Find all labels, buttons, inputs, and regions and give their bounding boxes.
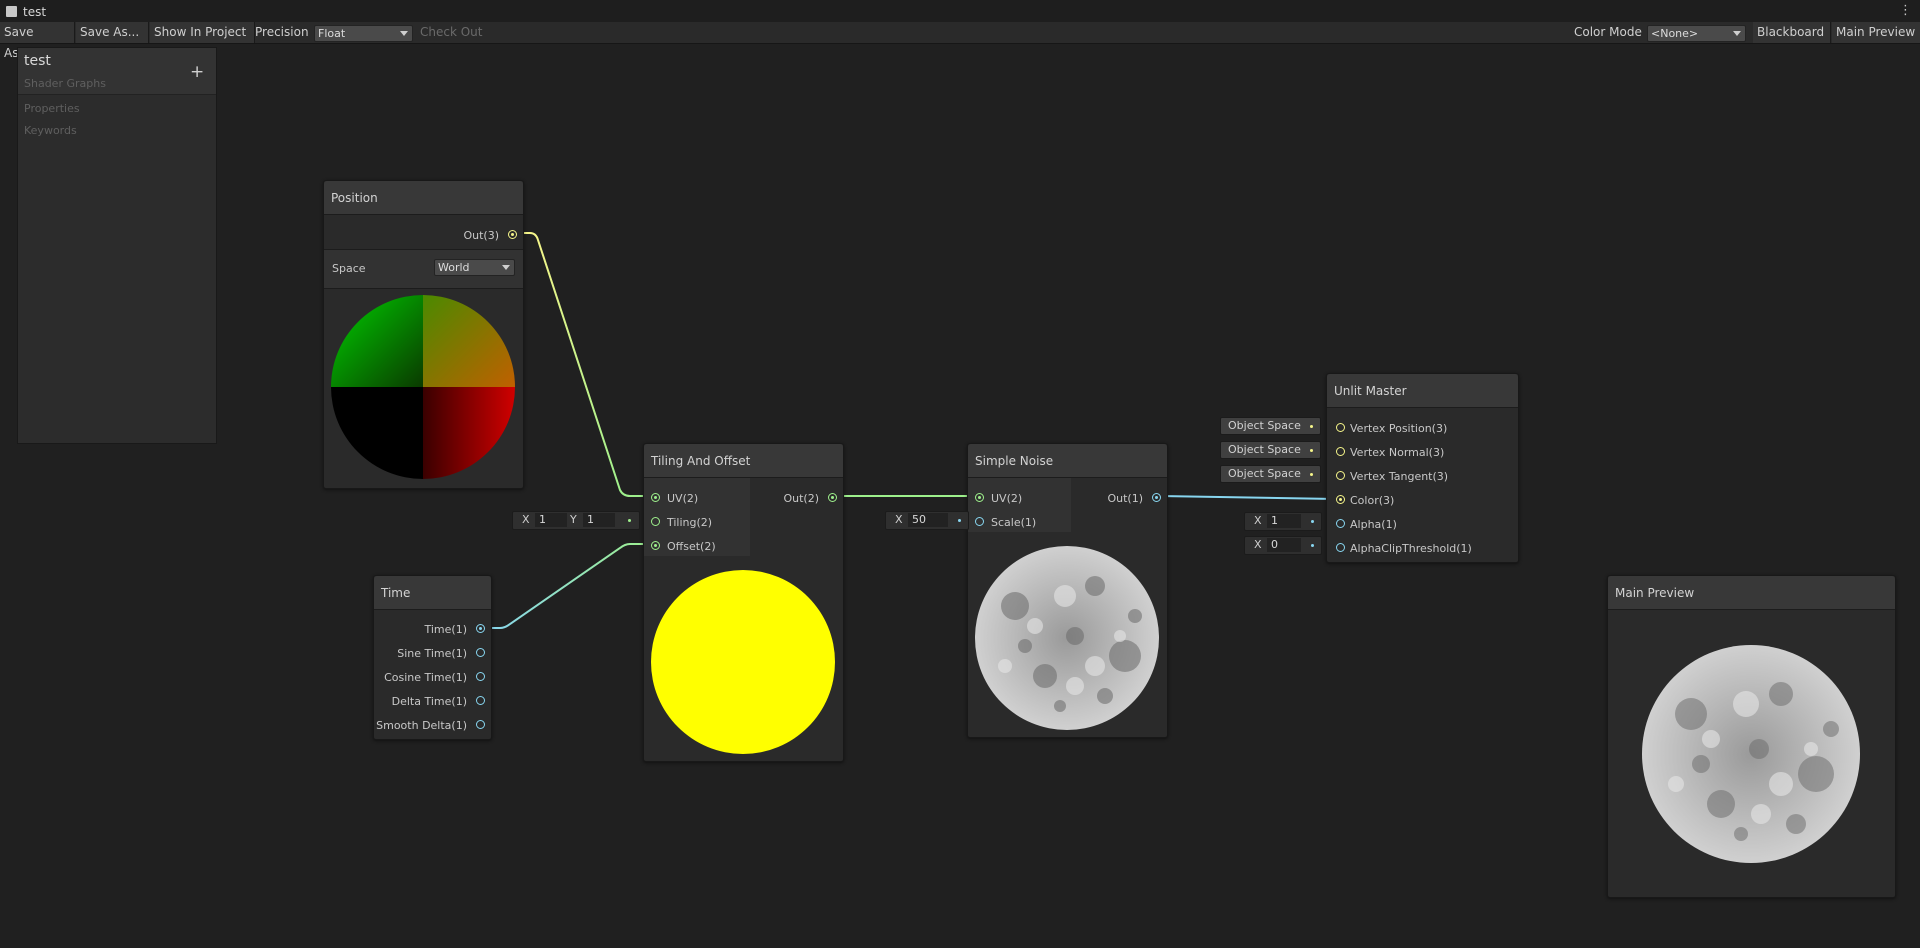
connector-dot xyxy=(628,519,631,522)
input-port[interactable] xyxy=(651,493,660,502)
edge-position-to-uv[interactable] xyxy=(520,232,653,497)
port-label: Delta Time(1) xyxy=(391,695,467,708)
space-control: Space World xyxy=(324,249,523,289)
tiling-inline-field: X 1 Y 1 xyxy=(512,511,640,530)
node-header[interactable]: Unlit Master xyxy=(1327,374,1518,408)
input-port[interactable] xyxy=(651,541,660,550)
output-port[interactable] xyxy=(828,493,837,502)
node-title: Time xyxy=(381,586,411,600)
main-preview-title: Main Preview xyxy=(1615,586,1695,600)
tiling-and-offset-node[interactable]: Tiling And Offset UV(2) Tiling(2) Offset… xyxy=(643,443,844,762)
port-label: Alpha(1) xyxy=(1350,518,1397,531)
port-label: Color(3) xyxy=(1350,494,1395,507)
tiling-y-input[interactable]: 1 xyxy=(583,513,615,527)
port-label: Out(3) xyxy=(463,229,499,242)
chevron-down-icon xyxy=(502,265,510,270)
port-label: UV(2) xyxy=(667,492,699,505)
edge-noise-out-to-color[interactable] xyxy=(1159,495,1337,500)
port-label: Vertex Position(3) xyxy=(1350,422,1448,435)
port-label: Cosine Time(1) xyxy=(384,671,467,684)
node-header[interactable]: Position xyxy=(324,181,523,215)
vertex-normal-space-field[interactable]: Object Space xyxy=(1220,441,1321,459)
output-port[interactable] xyxy=(476,624,485,633)
connector-dot xyxy=(1311,520,1314,523)
noise-preview xyxy=(975,546,1159,730)
node-title: Unlit Master xyxy=(1334,384,1407,398)
space-label: Space xyxy=(332,262,366,275)
input-port[interactable] xyxy=(1336,495,1345,504)
x-label: X xyxy=(895,513,903,526)
output-port[interactable] xyxy=(508,230,517,239)
port-label: Out(2) xyxy=(783,492,819,505)
port-label: AlphaClipThreshold(1) xyxy=(1350,542,1472,555)
main-preview-header[interactable]: Main Preview xyxy=(1608,576,1895,610)
space-dropdown[interactable]: World xyxy=(434,259,515,276)
port-label: Time(1) xyxy=(424,623,467,636)
port-label: Offset(2) xyxy=(667,540,716,553)
unlit-master-node[interactable]: Unlit Master Vertex Position(3) Vertex N… xyxy=(1326,373,1519,563)
x-label: X xyxy=(1254,538,1262,551)
port-label: Vertex Normal(3) xyxy=(1350,446,1445,459)
alpha-clip-input[interactable]: 0 xyxy=(1267,538,1301,552)
output-port[interactable] xyxy=(476,720,485,729)
output-port[interactable] xyxy=(476,648,485,657)
space-field-value: Object Space xyxy=(1228,443,1301,456)
input-port[interactable] xyxy=(1336,543,1345,552)
x-label: X xyxy=(522,513,530,526)
position-preview xyxy=(331,295,515,479)
position-node[interactable]: Position Out(3) Space World xyxy=(323,180,524,489)
node-title: Position xyxy=(331,191,378,205)
port-label: Tiling(2) xyxy=(667,516,713,529)
time-node[interactable]: Time Time(1) Sine Time(1) Cosine Time(1)… xyxy=(373,575,492,740)
input-port[interactable] xyxy=(1336,519,1345,528)
port-label: Out(1) xyxy=(1107,492,1143,505)
output-port[interactable] xyxy=(476,672,485,681)
input-port[interactable] xyxy=(1336,447,1345,456)
node-title: Simple Noise xyxy=(975,454,1054,468)
port-label: Scale(1) xyxy=(991,516,1037,529)
input-port[interactable] xyxy=(1336,423,1345,432)
port-label: Vertex Tangent(3) xyxy=(1350,470,1449,483)
connector-dot xyxy=(1310,473,1313,476)
input-port[interactable] xyxy=(1336,471,1345,480)
space-value: World xyxy=(438,261,470,274)
connector-dot xyxy=(1310,449,1313,452)
main-preview-render[interactable] xyxy=(1641,644,1861,864)
port-label: Sine Time(1) xyxy=(397,647,467,660)
simple-noise-node[interactable]: Simple Noise UV(2) Scale(1) Out(1) xyxy=(967,443,1168,738)
port-label: Smooth Delta(1) xyxy=(376,719,467,732)
node-header[interactable]: Simple Noise xyxy=(968,444,1167,478)
connector-dot xyxy=(1311,544,1314,547)
vertex-position-space-field[interactable]: Object Space xyxy=(1220,417,1321,435)
alpha-clip-inline-field: X 0 xyxy=(1244,536,1322,555)
input-port[interactable] xyxy=(975,517,984,526)
scale-x-input[interactable]: 50 xyxy=(908,513,948,527)
main-preview-panel[interactable]: Main Preview xyxy=(1607,575,1896,898)
x-label: X xyxy=(1254,514,1262,527)
node-header[interactable]: Tiling And Offset xyxy=(644,444,843,478)
space-field-value: Object Space xyxy=(1228,419,1301,432)
input-port[interactable] xyxy=(975,493,984,502)
vertex-tangent-space-field[interactable]: Object Space xyxy=(1220,465,1321,483)
node-title: Tiling And Offset xyxy=(651,454,751,468)
port-label: UV(2) xyxy=(991,492,1023,505)
scale-inline-field: X 50 xyxy=(885,511,969,530)
alpha-input[interactable]: 1 xyxy=(1267,514,1301,528)
output-port[interactable] xyxy=(476,696,485,705)
alpha-inline-field: X 1 xyxy=(1244,512,1322,531)
node-header[interactable]: Time xyxy=(374,576,491,610)
y-label: Y xyxy=(570,513,577,526)
connector-dot xyxy=(958,519,961,522)
space-field-value: Object Space xyxy=(1228,467,1301,480)
connector-dot xyxy=(1310,425,1313,428)
output-port[interactable] xyxy=(1152,493,1161,502)
tiling-x-input[interactable]: 1 xyxy=(535,513,567,527)
edge-time-to-offset[interactable] xyxy=(486,543,653,629)
input-port[interactable] xyxy=(651,517,660,526)
tiling-preview xyxy=(651,570,835,754)
